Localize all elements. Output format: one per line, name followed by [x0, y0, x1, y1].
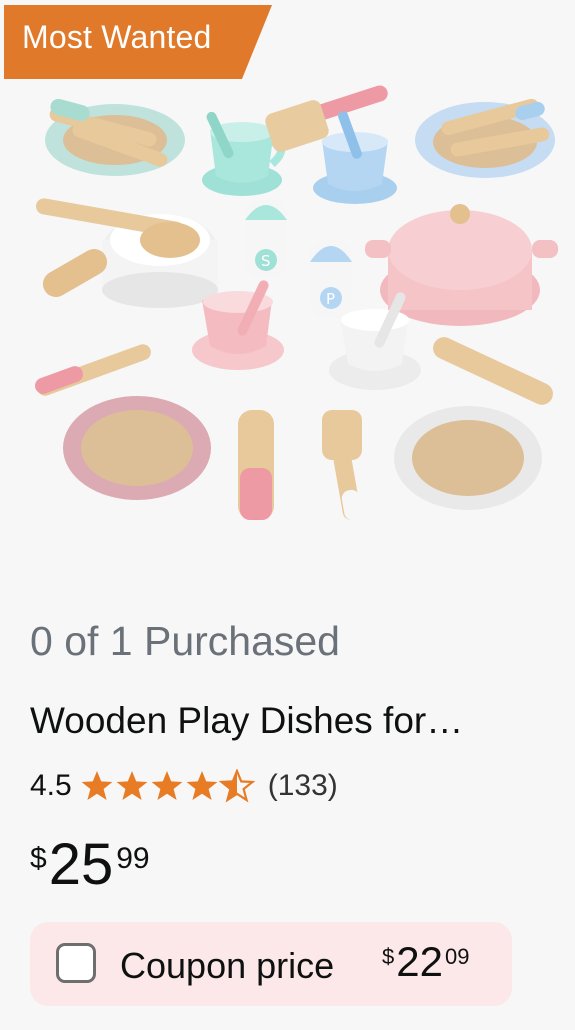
half-star-icon — [220, 769, 254, 802]
star-icon — [186, 771, 218, 800]
svg-text:S: S — [261, 252, 271, 270]
price-fraction: 99 — [116, 842, 150, 875]
purchased-status: 0 of 1 Purchased — [30, 618, 340, 664]
star-rating — [80, 769, 258, 803]
price-currency: $ — [30, 842, 47, 875]
review-count[interactable]: (133) — [268, 769, 338, 803]
badge-label: Most Wanted — [22, 19, 212, 55]
rating-row[interactable]: 4.5 (133) — [30, 766, 338, 806]
coupon-label: Coupon price — [120, 945, 335, 986]
price-whole: 25 — [48, 832, 114, 897]
star-icon — [116, 771, 148, 800]
star-icon — [151, 771, 183, 800]
product-card[interactable]: Most Wanted S P 0 of 1 Purchased Wooden … — [0, 0, 575, 1030]
coupon-price-currency: $ — [382, 944, 395, 969]
svg-text:P: P — [326, 290, 335, 308]
coupon-price-whole: 22 — [396, 938, 443, 985]
rating-value: 4.5 — [30, 769, 72, 802]
coupon-price-fraction: 09 — [444, 944, 470, 969]
coupon-checkbox[interactable] — [56, 943, 96, 983]
star-icon — [81, 771, 113, 800]
product-title[interactable]: Wooden Play Dishes for… — [30, 700, 463, 742]
coupon-price: $ 22 09 — [382, 940, 469, 984]
product-price: $ 25 99 — [30, 836, 150, 894]
coupon-box[interactable]: Coupon price $ 22 09 — [30, 922, 512, 1006]
star-rating-icons — [81, 769, 254, 802]
product-image[interactable]: S P — [10, 80, 565, 550]
toy-dishes-set-illustration: S P — [35, 85, 558, 521]
most-wanted-badge: Most Wanted — [4, 5, 272, 79]
